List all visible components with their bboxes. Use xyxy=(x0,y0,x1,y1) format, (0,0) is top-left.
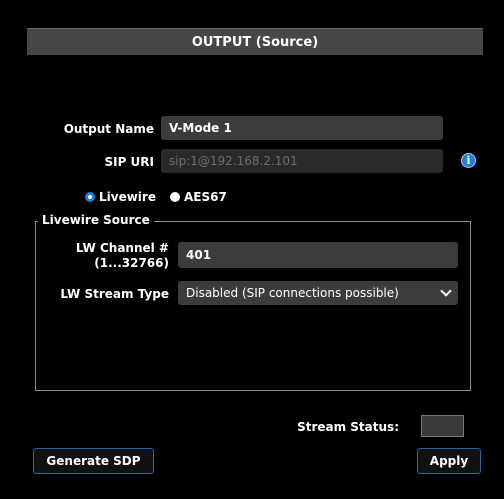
radio-livewire-label: Livewire xyxy=(99,190,156,204)
output-name-input[interactable]: V-Mode 1 xyxy=(161,116,443,140)
lw-stream-type-label: LW Stream Type xyxy=(60,287,169,301)
panel-title-text: OUTPUT (Source) xyxy=(191,34,319,50)
lw-stream-type-value: Disabled (SIP connections possible) xyxy=(186,286,399,300)
lw-channel-label-line2: (1...32766) xyxy=(94,256,169,270)
radio-aes67[interactable]: AES67 xyxy=(170,190,227,204)
lw-channel-input[interactable]: 401 xyxy=(178,242,458,268)
chevron-down-icon xyxy=(440,285,452,297)
lw-channel-label-line1: LW Channel # xyxy=(75,241,169,255)
sip-uri-input: sip:1@192.168.2.101 xyxy=(161,149,443,173)
output-name-label: Output Name xyxy=(63,122,154,136)
radio-unselected-icon xyxy=(170,192,180,202)
lw-channel-label: LW Channel # (1...32766) xyxy=(76,241,169,271)
sip-uri-label: SIP URI xyxy=(104,155,154,169)
lw-stream-type-select[interactable]: Disabled (SIP connections possible) xyxy=(178,281,458,305)
radio-aes67-label: AES67 xyxy=(184,190,227,204)
stream-status-label: Stream Status: xyxy=(297,420,399,434)
panel-title: OUTPUT (Source) xyxy=(27,28,483,55)
livewire-source-legend: Livewire Source xyxy=(38,213,154,227)
radio-livewire[interactable]: Livewire xyxy=(85,190,156,204)
info-icon[interactable]: i xyxy=(461,153,476,168)
stream-status-indicator xyxy=(421,415,464,437)
radio-selected-icon xyxy=(85,192,95,202)
generate-sdp-button[interactable]: Generate SDP xyxy=(33,448,154,474)
apply-button[interactable]: Apply xyxy=(417,448,481,474)
